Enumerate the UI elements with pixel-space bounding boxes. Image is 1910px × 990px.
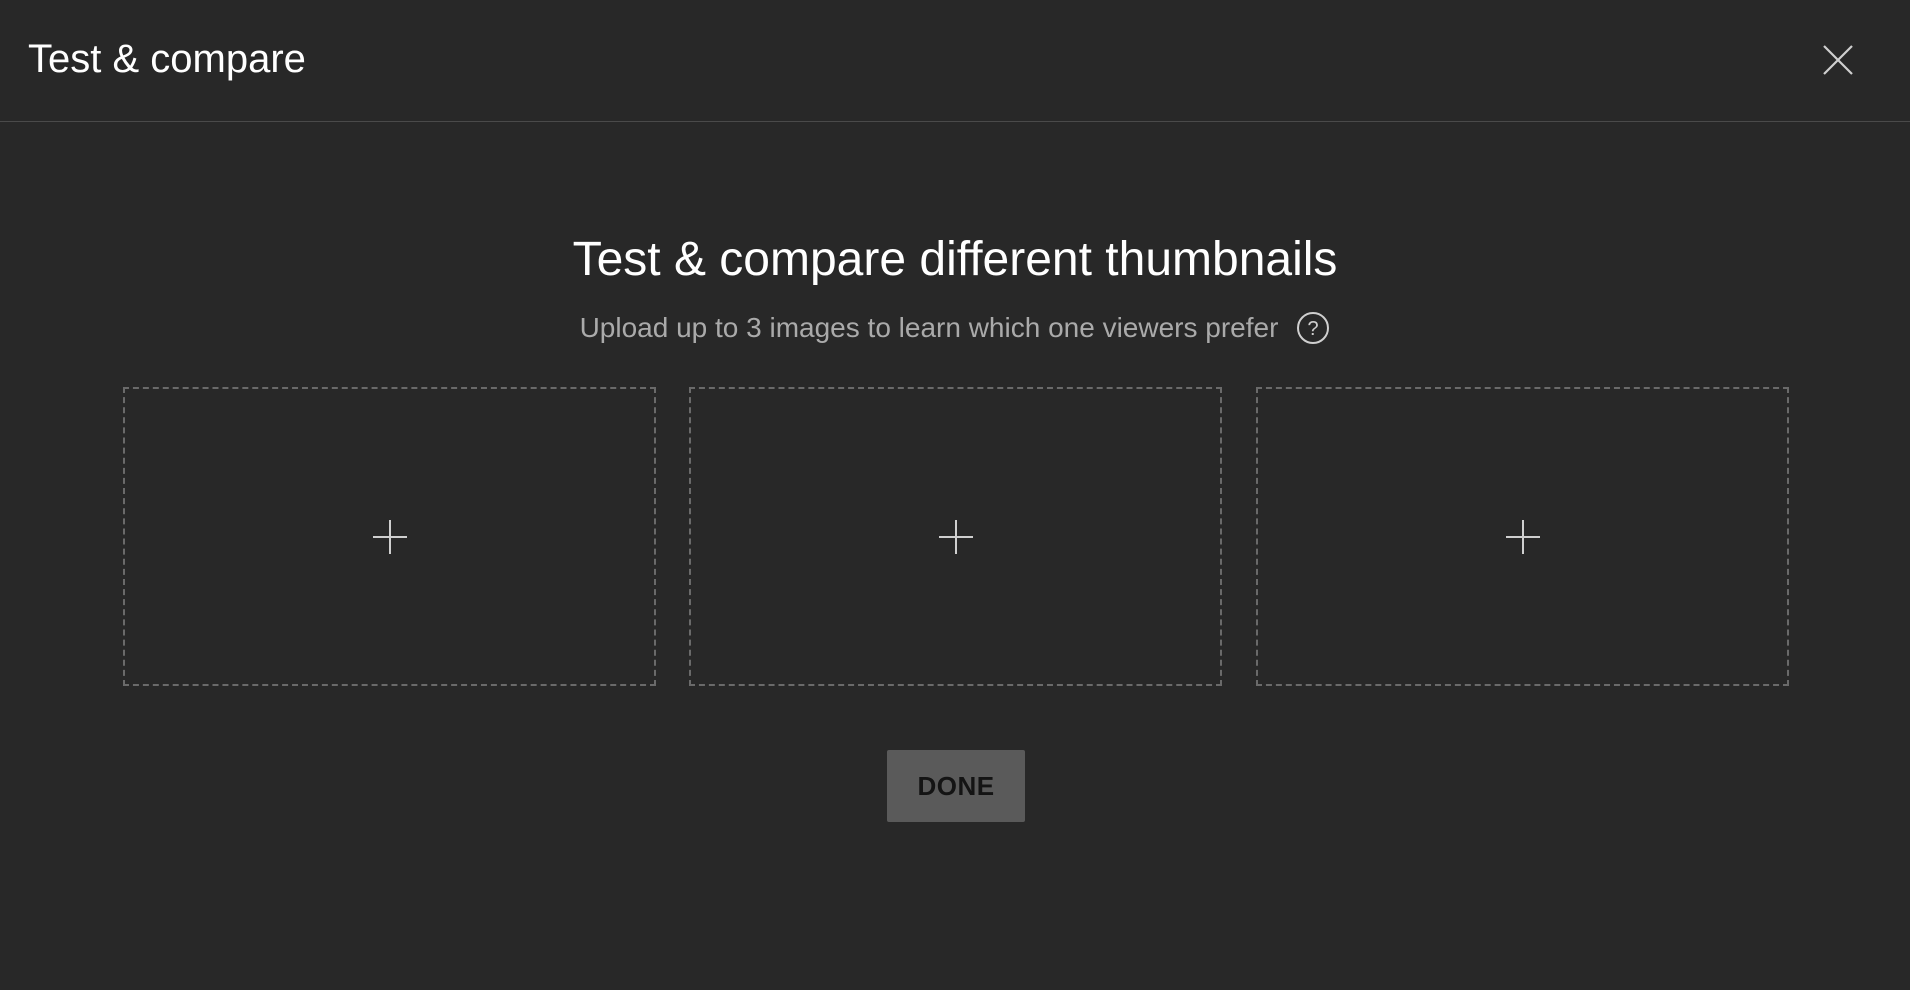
subtitle-text: Upload up to 3 images to learn which one… bbox=[579, 312, 1279, 343]
help-circle-icon: ? bbox=[1297, 312, 1330, 344]
dialog-title: Test & compare bbox=[28, 37, 306, 81]
thumbnail-upload-slot-3[interactable] bbox=[1256, 387, 1789, 686]
close-button[interactable] bbox=[1818, 40, 1858, 80]
subtitle-row: Upload up to 3 images to learn which one… bbox=[0, 308, 1910, 348]
thumbnail-upload-slot-2[interactable] bbox=[689, 387, 1222, 686]
test-compare-dialog: Test & compare Test & compare different … bbox=[0, 0, 1910, 990]
svg-text:?: ? bbox=[1308, 318, 1319, 340]
done-button[interactable]: DONE bbox=[887, 750, 1025, 822]
thumbnail-slots bbox=[123, 387, 1789, 686]
plus-icon bbox=[371, 518, 409, 556]
thumbnail-upload-slot-1[interactable] bbox=[123, 387, 656, 686]
plus-icon bbox=[937, 518, 975, 556]
dialog-header: Test & compare bbox=[0, 0, 1910, 122]
plus-icon bbox=[1504, 518, 1542, 556]
page-heading: Test & compare different thumbnails bbox=[572, 233, 1338, 286]
close-icon bbox=[1823, 45, 1853, 75]
help-button[interactable]: ? bbox=[1296, 311, 1330, 345]
